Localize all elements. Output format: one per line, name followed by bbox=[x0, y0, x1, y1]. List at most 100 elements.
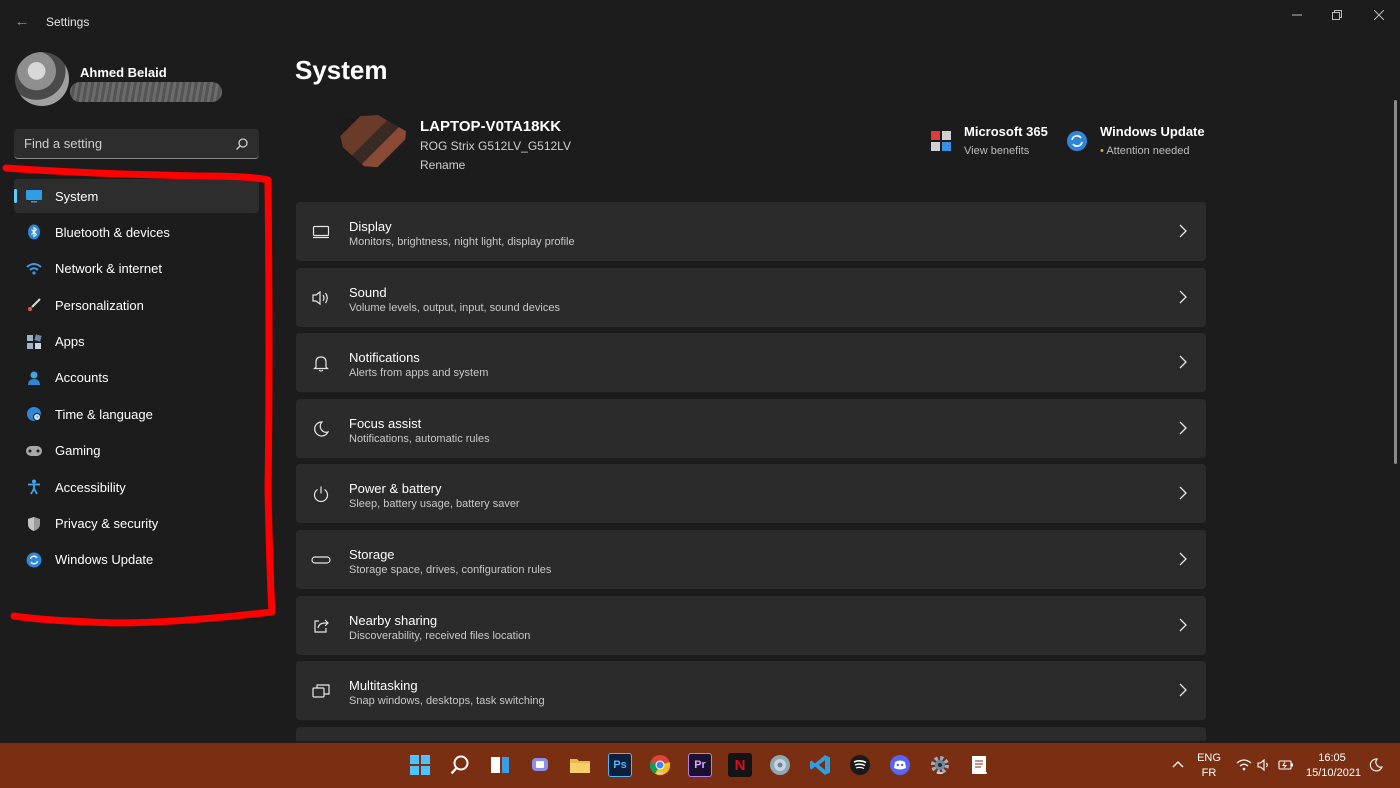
card-notifications[interactable]: Notifications Alerts from apps and syste… bbox=[296, 333, 1206, 393]
close-icon[interactable] bbox=[1366, 5, 1392, 25]
gamepad-icon bbox=[25, 442, 43, 460]
volume-icon[interactable] bbox=[1256, 757, 1272, 773]
search-icon[interactable] bbox=[235, 137, 249, 151]
notepad-icon[interactable] bbox=[968, 753, 992, 777]
shield-icon bbox=[25, 515, 43, 533]
sidebar-item-label: Gaming bbox=[55, 443, 101, 459]
card-multitasking[interactable]: Multitasking Snap windows, desktops, tas… bbox=[296, 661, 1206, 721]
card-title: Sound bbox=[349, 284, 387, 300]
search-input[interactable] bbox=[14, 129, 229, 158]
language-indicator-bottom[interactable]: FR bbox=[1196, 767, 1222, 779]
chevron-right-icon bbox=[1179, 290, 1187, 304]
language-indicator-top[interactable]: ENG bbox=[1196, 752, 1222, 764]
sidebar-item-accessibility[interactable]: Accessibility bbox=[14, 470, 259, 504]
card-title: Display bbox=[349, 219, 392, 234]
update-icon bbox=[25, 551, 43, 569]
storage-icon bbox=[311, 550, 331, 570]
power-icon bbox=[311, 484, 331, 504]
chevron-right-icon bbox=[1179, 355, 1187, 369]
restore-icon[interactable] bbox=[1324, 5, 1350, 25]
sidebar-item-label: Bluetooth & devices bbox=[55, 224, 170, 240]
card-subtitle: Monitors, brightness, night light, displ… bbox=[349, 236, 575, 248]
wifi-icon[interactable] bbox=[1236, 757, 1252, 773]
card-storage[interactable]: Storage Storage space, drives, configura… bbox=[296, 529, 1206, 589]
sidebar-item-network[interactable]: Network & internet bbox=[14, 252, 259, 286]
rename-link[interactable]: Rename bbox=[420, 158, 465, 172]
chevron-right-icon bbox=[1179, 486, 1187, 500]
quick-link-subtitle: View benefits bbox=[964, 145, 1030, 157]
chrome-icon[interactable] bbox=[648, 753, 672, 777]
focus-moon-icon[interactable] bbox=[1368, 757, 1384, 773]
sidebar-item-system[interactable]: System bbox=[14, 179, 259, 213]
premiere-icon[interactable]: Pr bbox=[688, 753, 712, 777]
photoshop-icon[interactable]: Ps bbox=[608, 753, 632, 777]
globe-clock-icon bbox=[25, 405, 43, 423]
spotify-icon[interactable] bbox=[848, 753, 872, 777]
sidebar-item-label: Network & internet bbox=[55, 261, 162, 277]
device-name: LAPTOP-V0TA18KK bbox=[420, 118, 562, 135]
minimize-icon[interactable] bbox=[1284, 5, 1310, 25]
scrollbar[interactable] bbox=[1394, 100, 1397, 464]
chevron-right-icon bbox=[1179, 421, 1187, 435]
apps-icon bbox=[25, 333, 43, 351]
card-title: Multitasking bbox=[349, 678, 418, 694]
sidebar-item-accounts[interactable]: Accounts bbox=[14, 361, 259, 395]
discord-icon[interactable] bbox=[888, 753, 912, 777]
share-icon bbox=[311, 616, 331, 636]
microsoft-365-link[interactable]: Microsoft 365 View benefits bbox=[930, 124, 1060, 164]
microsoft365-icon bbox=[931, 131, 951, 151]
teams-chat-icon[interactable] bbox=[528, 753, 552, 777]
card-subtitle: Notifications, automatic rules bbox=[349, 432, 490, 445]
monitor-icon bbox=[25, 187, 43, 205]
windows-update-link[interactable]: Windows Update • Attention needed bbox=[1066, 124, 1206, 164]
clock-time[interactable]: 16:05 bbox=[1306, 752, 1358, 764]
search-box[interactable] bbox=[14, 129, 259, 159]
app-circle-icon[interactable] bbox=[768, 753, 792, 777]
task-view-icon[interactable] bbox=[488, 753, 512, 777]
active-indicator bbox=[977, 772, 987, 774]
avatar[interactable] bbox=[15, 52, 69, 106]
sidebar-item-label: System bbox=[55, 188, 99, 204]
card-title: Nearby sharing bbox=[349, 612, 438, 628]
profile-name: Ahmed Belaid bbox=[80, 65, 167, 80]
quick-link-title: Microsoft 365 bbox=[964, 124, 1048, 139]
quick-link-subtitle: • Attention needed bbox=[1100, 145, 1190, 157]
speaker-icon bbox=[311, 288, 331, 308]
vscode-icon[interactable] bbox=[808, 753, 832, 777]
sidebar-item-gaming[interactable]: Gaming bbox=[14, 434, 259, 468]
sidebar-item-privacy[interactable]: Privacy & security bbox=[14, 507, 259, 541]
sidebar-item-bluetooth[interactable]: Bluetooth & devices bbox=[14, 215, 259, 249]
sidebar-item-windows-update[interactable]: Windows Update bbox=[14, 543, 259, 577]
card-display[interactable]: Display Monitors, brightness, night ligh… bbox=[296, 202, 1206, 261]
card-partial[interactable] bbox=[296, 726, 1206, 741]
sidebar-nav: System Bluetooth & devices Network & int… bbox=[14, 179, 259, 579]
sidebar-item-personalization[interactable]: Personalization bbox=[14, 288, 259, 322]
clock-date[interactable]: 15/10/2021 bbox=[1306, 767, 1361, 779]
settings-gear-icon[interactable] bbox=[928, 753, 952, 777]
sidebar-item-label: Accessibility bbox=[55, 479, 126, 495]
card-subtitle: Discoverability, received files location bbox=[349, 629, 531, 642]
bluetooth-icon bbox=[25, 223, 43, 241]
card-focus-assist[interactable]: Focus assist Notifications, automatic ru… bbox=[296, 398, 1206, 458]
sidebar-item-label: Apps bbox=[55, 334, 85, 350]
card-subtitle: Alerts from apps and system bbox=[349, 367, 489, 380]
sidebar-item-time-language[interactable]: Time & language bbox=[14, 397, 259, 431]
running-indicator bbox=[937, 772, 943, 774]
update-icon bbox=[1067, 131, 1087, 151]
start-icon[interactable] bbox=[408, 753, 432, 777]
search-icon[interactable] bbox=[448, 753, 472, 777]
display-icon bbox=[311, 222, 331, 242]
quick-link-subtitle-text: Attention needed bbox=[1106, 145, 1190, 157]
bell-icon bbox=[311, 353, 331, 373]
file-explorer-icon[interactable] bbox=[568, 753, 592, 777]
card-sound[interactable]: Sound Volume levels, output, input, soun… bbox=[296, 267, 1206, 327]
card-power-battery[interactable]: Power & battery Sleep, battery usage, ba… bbox=[296, 464, 1206, 524]
card-nearby-sharing[interactable]: Nearby sharing Discoverability, received… bbox=[296, 595, 1206, 655]
battery-icon[interactable] bbox=[1278, 757, 1294, 773]
netflix-icon[interactable]: N bbox=[728, 753, 752, 777]
chevron-up-icon[interactable] bbox=[1170, 757, 1186, 773]
multitask-icon bbox=[311, 681, 331, 701]
sidebar-item-label: Personalization bbox=[55, 297, 144, 313]
sidebar-item-apps[interactable]: Apps bbox=[14, 325, 259, 359]
back-arrow-icon[interactable]: ← bbox=[12, 12, 32, 32]
